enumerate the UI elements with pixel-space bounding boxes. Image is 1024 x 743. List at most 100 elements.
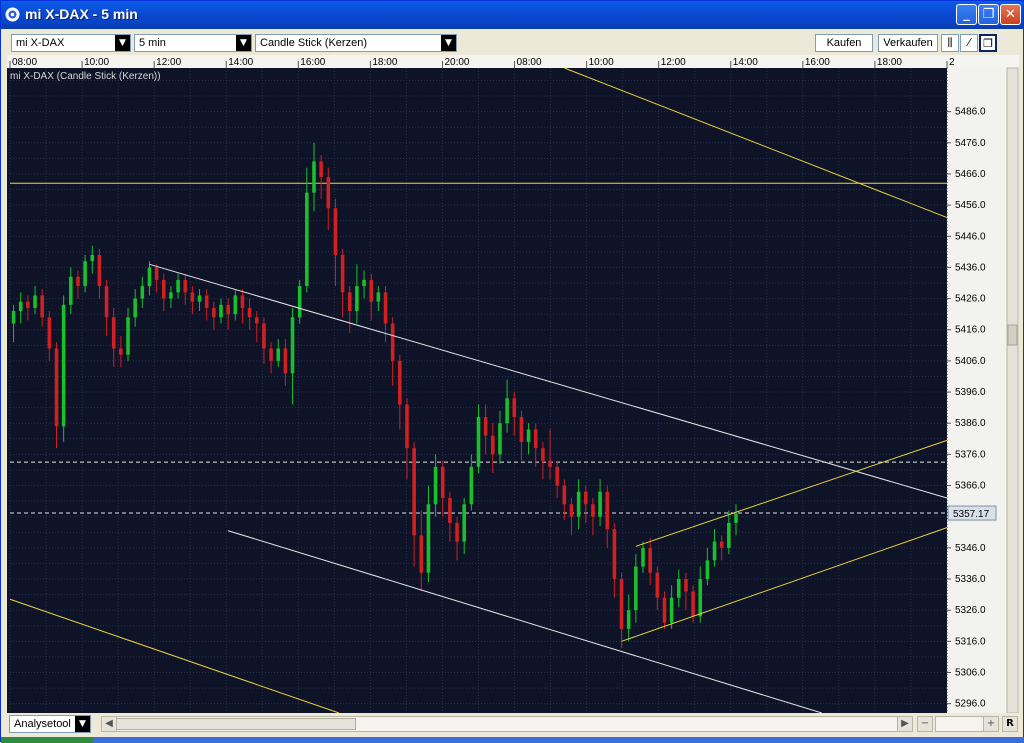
- taskbar-strip: [1, 737, 1024, 743]
- candle-style-icon[interactable]: ⫼: [941, 34, 959, 52]
- time-tick-label: 12:00: [156, 57, 181, 68]
- candle-body: [76, 276, 80, 287]
- candle-body: [33, 295, 37, 308]
- candle-body: [734, 513, 738, 523]
- time-tick-label: 10:00: [84, 57, 109, 68]
- instrument-value: mi X-DAX: [16, 37, 65, 49]
- window-copy-icon[interactable]: ❐: [979, 34, 997, 52]
- candle-body: [684, 579, 688, 592]
- zoom-in-icon[interactable]: +: [983, 716, 999, 732]
- candle-body: [18, 301, 23, 312]
- chevron-down-icon[interactable]: ▼: [441, 35, 456, 51]
- time-tick-label: 08:00: [12, 57, 37, 68]
- price-tick-label: 5336.0: [955, 574, 986, 585]
- time-scrollbar[interactable]: [101, 716, 913, 732]
- candle-body: [455, 522, 459, 542]
- scroll-left-icon[interactable]: ◀: [101, 716, 117, 732]
- candle-body: [519, 416, 524, 442]
- candle-body: [390, 323, 395, 361]
- chart-area[interactable]: 08:00 10:00 12:00 14:00 16:00 18:00 20:00 08:00…: [7, 55, 1019, 714]
- bottom-bar: Analysetool ▼ ◀ ▶ − + R: [5, 713, 1021, 735]
- candle-body: [655, 572, 660, 598]
- candle-body: [147, 267, 152, 287]
- price-tick-label: 5396.0: [955, 387, 986, 398]
- time-tick-label: 12:00: [661, 57, 686, 68]
- restore-icon: ❐: [982, 7, 995, 22]
- candle-body: [176, 279, 180, 293]
- candle-body: [433, 466, 438, 505]
- candle-body: [383, 292, 388, 324]
- chevron-down-icon[interactable]: ▼: [115, 35, 130, 51]
- candle-body: [698, 579, 703, 617]
- chevron-down-icon[interactable]: ▼: [75, 716, 90, 732]
- chart-type-select[interactable]: Candle Stick (Kerzen) ▼: [255, 34, 457, 52]
- interval-select[interactable]: 5 min ▼: [134, 34, 252, 52]
- candle-body: [498, 423, 502, 455]
- title-bar[interactable]: mi X-DAX - 5 min _ ❐ ✕: [1, 1, 1023, 29]
- scroll-right-icon[interactable]: ▶: [897, 716, 913, 732]
- chevron-down-icon[interactable]: ▼: [236, 35, 251, 51]
- zoom-out-icon[interactable]: −: [917, 716, 933, 732]
- time-tick-label: 2: [949, 57, 955, 68]
- price-tick-label: 5376.0: [955, 449, 986, 460]
- candle-body: [634, 566, 638, 611]
- candle-body: [26, 301, 30, 308]
- scrollbar-thumb[interactable]: [116, 718, 356, 730]
- close-button[interactable]: ✕: [1000, 4, 1021, 25]
- candle-body: [555, 466, 559, 486]
- analysis-tool-value: Analysetool: [14, 718, 71, 730]
- analysis-tool-select[interactable]: Analysetool ▼: [9, 715, 91, 733]
- candlestick-chart[interactable]: 08:00 10:00 12:00 14:00 16:00 18:00 20:00 08:00…: [7, 55, 1019, 714]
- price-tick-label: 5386.0: [955, 418, 986, 429]
- candle-body: [669, 597, 674, 623]
- candle-body: [705, 560, 710, 580]
- candle-body: [240, 295, 245, 308]
- candle-body: [405, 404, 409, 449]
- candle-body: [340, 254, 345, 293]
- maximize-button[interactable]: ❐: [978, 4, 999, 25]
- candle-body: [569, 504, 574, 517]
- instrument-select[interactable]: mi X-DAX ▼: [11, 34, 131, 52]
- draw-line-icon[interactable]: ⁄: [960, 34, 978, 52]
- candle-body: [584, 491, 588, 505]
- candle-body: [562, 485, 567, 505]
- candle-body: [491, 435, 495, 455]
- time-tick-label: 16:00: [300, 57, 325, 68]
- candle-body: [605, 491, 610, 530]
- time-tick-label: 18:00: [372, 57, 397, 68]
- minimize-button[interactable]: _: [956, 4, 977, 25]
- time-tick-label: 18:00: [877, 57, 902, 68]
- candle-body: [591, 504, 595, 517]
- candle-body: [119, 348, 123, 355]
- candle-body: [262, 323, 266, 349]
- reset-button[interactable]: R: [1002, 716, 1018, 732]
- candle-body: [626, 610, 631, 629]
- candle-body: [233, 295, 238, 315]
- price-tick-label: 5306.0: [955, 667, 986, 678]
- candle-body: [576, 491, 581, 517]
- candle-body: [426, 504, 431, 573]
- zoom-slider[interactable]: [935, 716, 985, 732]
- candle-body: [212, 307, 216, 318]
- candle-body: [83, 261, 87, 287]
- price-tick-label: 5416.0: [955, 325, 986, 336]
- interval-value: 5 min: [139, 37, 166, 49]
- candle-body: [526, 429, 531, 442]
- price-tick-label: 5346.0: [955, 543, 986, 554]
- price-scrollbar-thumb: [1007, 324, 1018, 346]
- candle-body: [90, 254, 95, 262]
- candle-body: [111, 317, 116, 349]
- price-tick-label: 5326.0: [955, 605, 986, 616]
- candle-body: [126, 317, 130, 355]
- candle-body: [355, 286, 359, 312]
- candle-body: [462, 504, 466, 542]
- app-gear-icon[interactable]: [4, 6, 21, 23]
- time-tick-label: 14:00: [228, 57, 253, 68]
- candle-body: [676, 579, 681, 598]
- buy-button[interactable]: Kaufen: [815, 34, 873, 52]
- candle-body: [169, 292, 173, 299]
- candle-body: [691, 591, 695, 617]
- price-tick-label: 5366.0: [955, 481, 986, 492]
- candle-body: [476, 416, 481, 467]
- sell-button[interactable]: Verkaufen: [878, 34, 938, 52]
